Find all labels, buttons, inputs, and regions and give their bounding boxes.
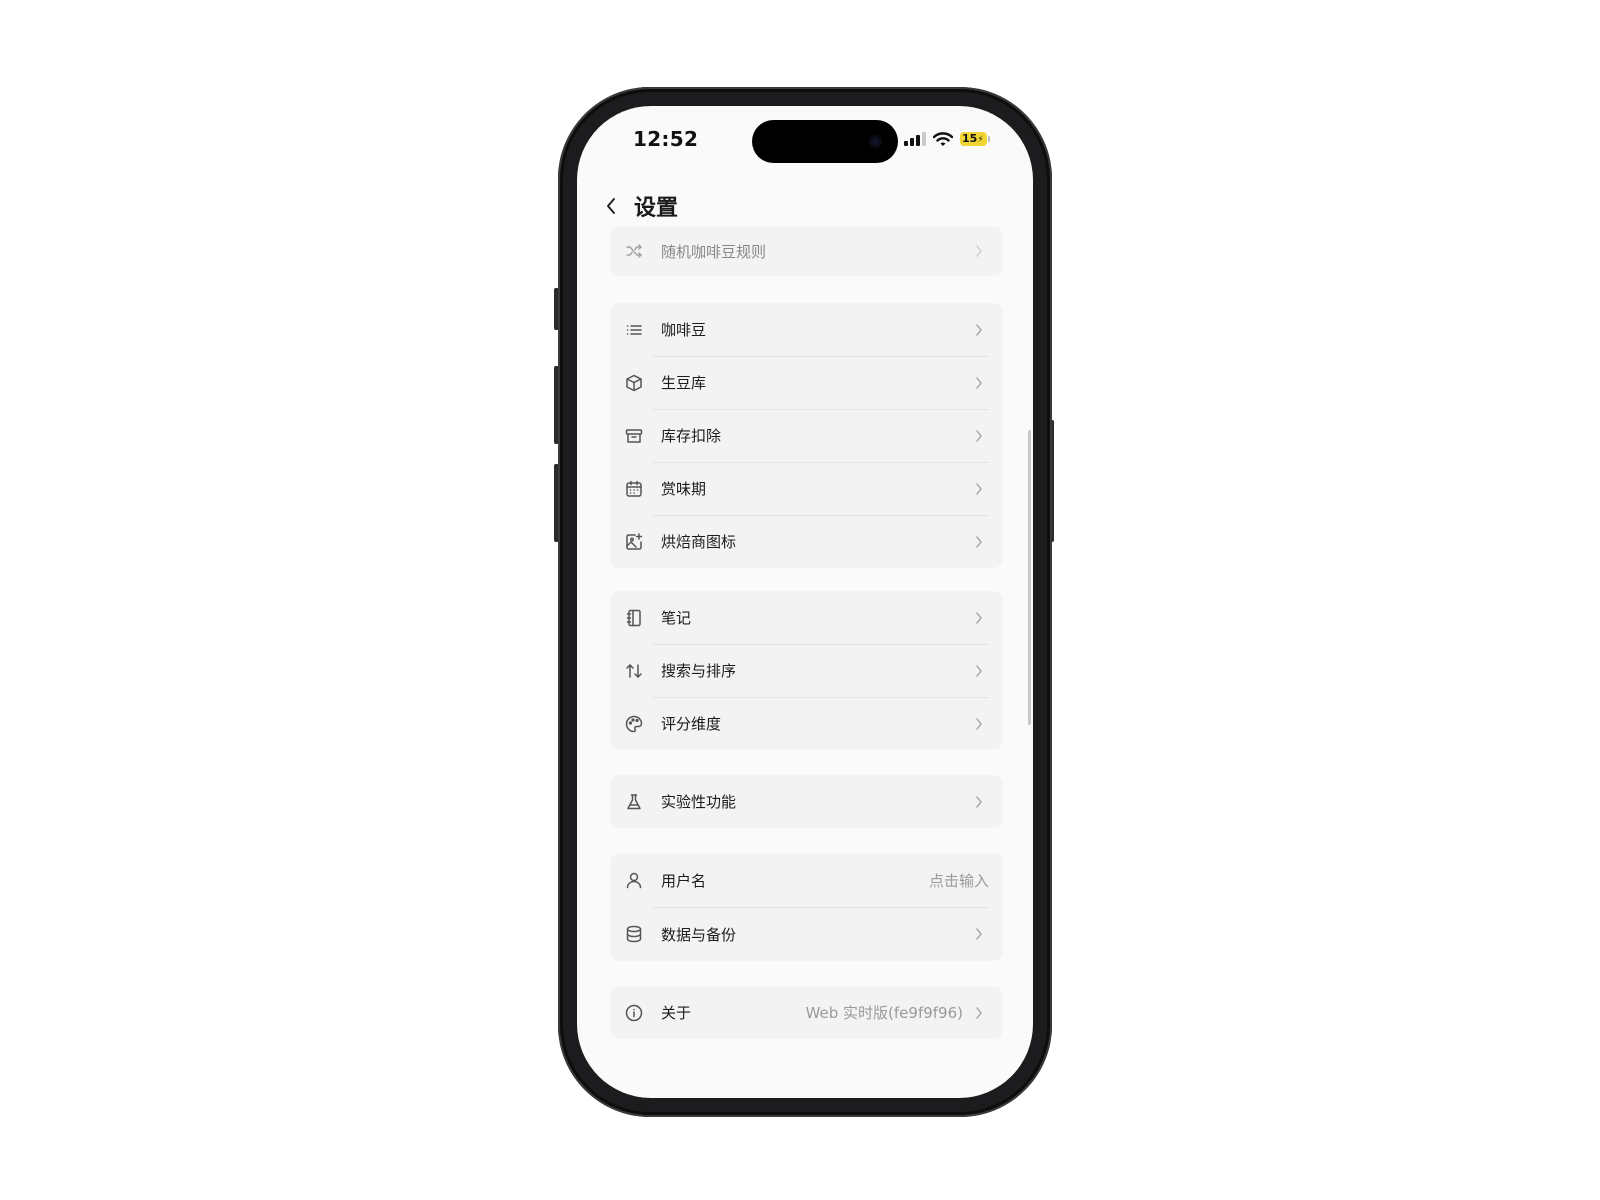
dynamic-island <box>752 120 898 163</box>
settings-group-beans: 咖啡豆 生豆库 库存扣除 赏味期 烘焙商图标 <box>610 303 1003 568</box>
page-title: 设置 <box>634 196 679 221</box>
stage: 12:52 15⚡ 设置 随机咖啡豆规则 咖啡豆 生豆库 库存扣除 赏味期 烘焙… <box>0 0 1600 1200</box>
battery-icon: 15⚡ <box>960 132 990 146</box>
settings-group-about: 关于 Web 实时版(fe9f9f96) <box>610 986 1003 1039</box>
image-plus-icon <box>623 531 645 553</box>
settings-row-inventory-deduction[interactable]: 库存扣除 <box>610 409 1003 462</box>
settings-row-coffee-beans[interactable]: 咖啡豆 <box>610 303 1003 356</box>
version-text: Web 实时版(fe9f9f96) <box>805 1004 963 1022</box>
settings-row-random-rules[interactable]: 随机咖啡豆规则 <box>610 226 1003 276</box>
camera-icon <box>869 135 882 148</box>
list-icon <box>623 319 645 341</box>
settings-row-label: 关于 <box>661 1004 692 1022</box>
chevron-right-icon <box>973 795 985 808</box>
user-icon <box>623 869 645 891</box>
chevron-right-icon <box>973 611 985 624</box>
settings-row-label: 用户名 <box>661 871 707 890</box>
chevron-left-icon <box>607 198 615 214</box>
settings-group-random: 随机咖啡豆规则 <box>610 226 1003 276</box>
chevron-right-icon <box>973 535 985 548</box>
scrollbar[interactable] <box>1028 430 1031 725</box>
shuffle-icon <box>623 240 645 262</box>
settings-row-rating-dimensions[interactable]: 评分维度 <box>610 697 1003 750</box>
settings-row-tasting-period[interactable]: 赏味期 <box>610 462 1003 515</box>
chevron-right-icon <box>973 664 985 677</box>
chevron-right-icon <box>973 1006 985 1019</box>
settings-row-roaster-icons[interactable]: 烘焙商图标 <box>610 515 1003 568</box>
settings-row-search-sort[interactable]: 搜索与排序 <box>610 644 1003 697</box>
chevron-right-icon <box>973 245 985 257</box>
settings-row-label: 评分维度 <box>661 715 722 733</box>
settings-row-label: 搜索与排序 <box>661 662 737 680</box>
cellular-signal-icon <box>904 132 926 146</box>
settings-row-data-backup[interactable]: 数据与备份 <box>610 907 1003 961</box>
page-header: 设置 <box>600 186 678 226</box>
chevron-right-icon <box>973 928 985 940</box>
palette-icon <box>623 713 645 735</box>
settings-row-label: 赏味期 <box>661 480 707 498</box>
settings-group-notes: 笔记 搜索与排序 评分维度 <box>610 591 1003 750</box>
back-button[interactable] <box>600 195 622 217</box>
chevron-right-icon <box>973 717 985 730</box>
wifi-icon <box>933 131 953 146</box>
settings-group-account: 用户名 点击输入 数据与备份 <box>610 853 1003 961</box>
settings-row-about[interactable]: 关于 Web 实时版(fe9f9f96) <box>610 986 1003 1039</box>
settings-row-label: 咖啡豆 <box>661 321 707 339</box>
settings-row-label: 生豆库 <box>661 374 707 392</box>
settings-row-experimental[interactable]: 实验性功能 <box>610 775 1003 828</box>
settings-row-label: 库存扣除 <box>661 427 722 445</box>
chevron-right-icon <box>973 429 985 442</box>
settings-row-label: 随机咖啡豆规则 <box>661 242 767 261</box>
settings-row-username[interactable]: 用户名 点击输入 <box>610 853 1003 907</box>
archive-icon <box>623 425 645 447</box>
info-icon <box>623 1002 645 1024</box>
chevron-right-icon <box>973 323 985 336</box>
sort-arrows-icon <box>623 660 645 682</box>
settings-row-label: 烘焙商图标 <box>661 533 737 551</box>
username-input[interactable]: 点击输入 <box>929 870 989 891</box>
settings-group-experimental: 实验性功能 <box>610 775 1003 828</box>
chevron-right-icon <box>973 376 985 389</box>
calendar-icon <box>623 478 645 500</box>
settings-row-notes[interactable]: 笔记 <box>610 591 1003 644</box>
battery-level: 15 <box>962 132 978 145</box>
settings-row-label: 笔记 <box>661 609 692 627</box>
settings-row-label: 数据与备份 <box>661 925 737 944</box>
chevron-right-icon <box>973 482 985 495</box>
flask-icon <box>623 791 645 813</box>
status-time: 12:52 <box>633 127 699 151</box>
database-icon <box>623 923 645 945</box>
box-icon <box>623 372 645 394</box>
status-icons: 15⚡ <box>904 129 990 149</box>
settings-row-label: 实验性功能 <box>661 793 737 811</box>
settings-row-green-beans[interactable]: 生豆库 <box>610 356 1003 409</box>
notebook-icon <box>623 607 645 629</box>
